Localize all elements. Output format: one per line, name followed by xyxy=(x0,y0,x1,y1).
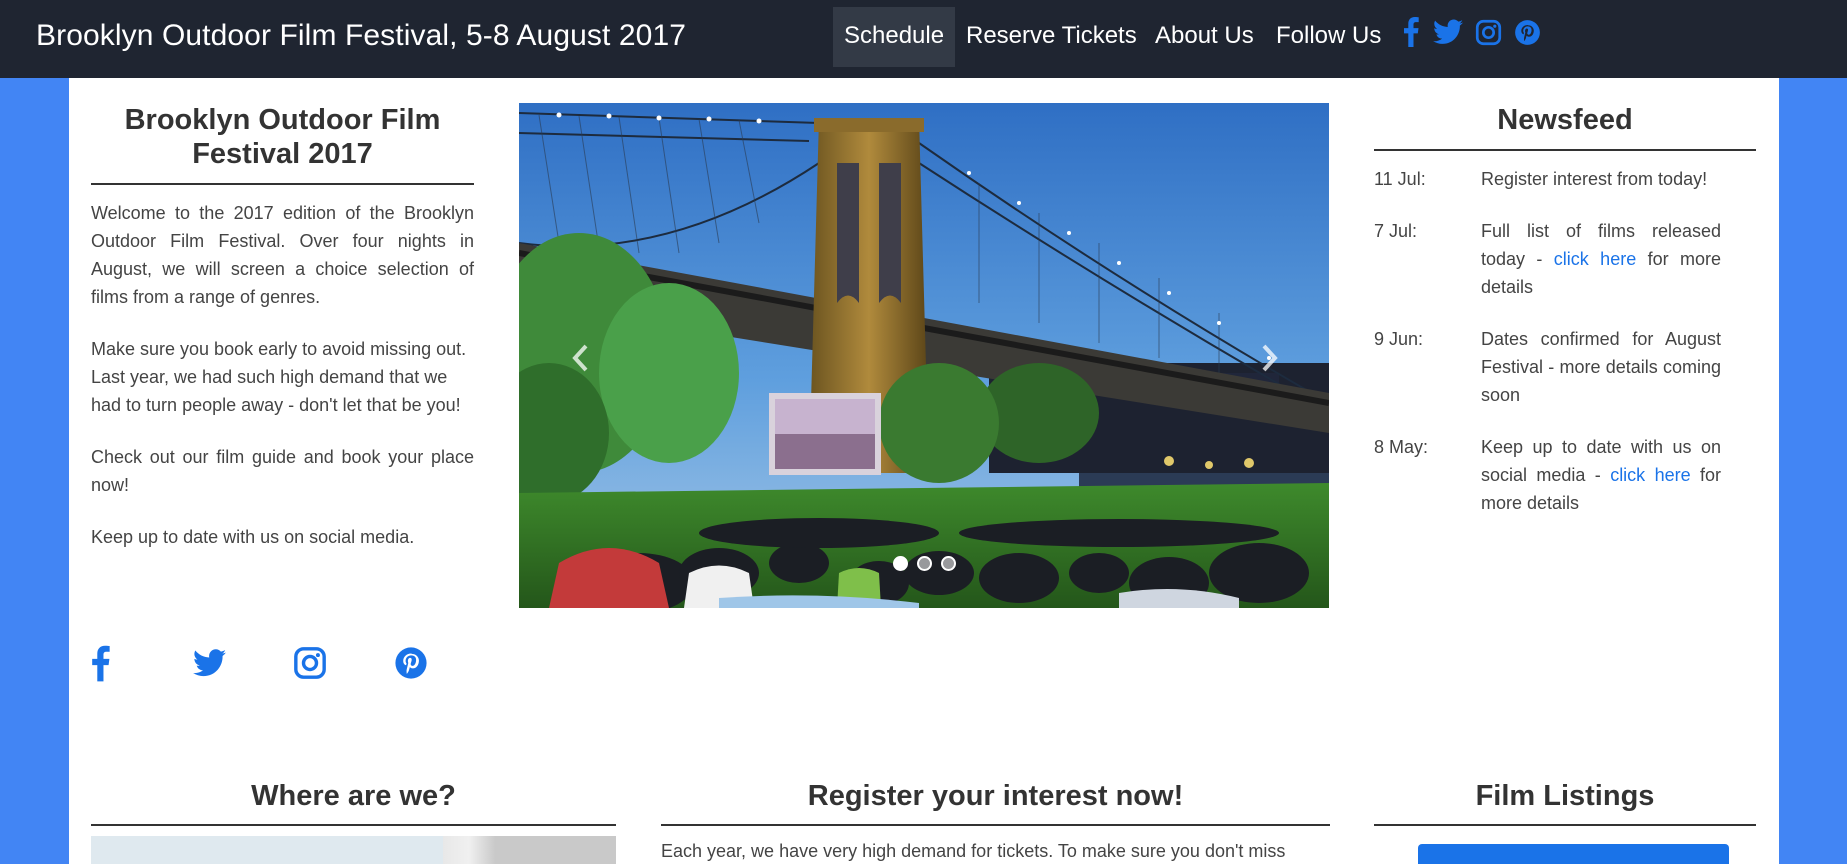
instagram-icon[interactable] xyxy=(1473,14,1503,50)
film-listings-button[interactable] xyxy=(1418,844,1729,864)
carousel-image xyxy=(519,103,1329,608)
main-panel: Brooklyn Outdoor Film Festival 2017 Welc… xyxy=(69,78,1779,864)
carousel-prev-button[interactable] xyxy=(555,333,605,383)
news-text-body: Dates confirmed for August Festival - mo… xyxy=(1481,329,1721,405)
pinterest-icon[interactable] xyxy=(394,643,428,683)
nav-reserve-tickets[interactable]: Reserve Tickets xyxy=(955,7,1148,67)
news-text: Register interest from today! xyxy=(1481,165,1721,193)
nav-schedule[interactable]: Schedule xyxy=(833,7,956,67)
register-title: Register your interest now! xyxy=(661,779,1330,826)
where-title: Where are we? xyxy=(91,779,616,826)
intro-paragraph: Check out our film guide and book your p… xyxy=(91,447,474,495)
nav-follow-us[interactable]: Follow Us xyxy=(1265,7,1392,67)
pinterest-icon[interactable] xyxy=(1512,14,1542,50)
news-link[interactable]: click here xyxy=(1554,249,1636,269)
newsfeed-title: Newsfeed xyxy=(1374,103,1756,151)
instagram-icon[interactable] xyxy=(293,643,327,683)
carousel-indicator[interactable] xyxy=(892,556,908,571)
twitter-icon[interactable] xyxy=(1432,14,1464,50)
news-text: Full list of films released today - clic… xyxy=(1481,217,1721,301)
twitter-icon[interactable] xyxy=(193,643,226,683)
intro-paragraph: Keep up to date with us on social media. xyxy=(91,527,415,547)
facebook-icon[interactable] xyxy=(91,643,110,683)
news-text: Dates confirmed for August Festival - mo… xyxy=(1481,325,1721,409)
register-section: Register your interest now! Each year, w… xyxy=(661,779,1330,864)
intro-paragraph: Welcome to the 2017 edition of the Brook… xyxy=(91,203,474,307)
where-section: Where are we? xyxy=(91,779,616,864)
location-map[interactable] xyxy=(91,836,616,864)
film-listings-section: Film Listings xyxy=(1374,779,1756,864)
news-link[interactable]: click here xyxy=(1610,465,1690,485)
register-text: Each year, we have very high demand for … xyxy=(661,841,1286,861)
newsfeed-section: Newsfeed 11 Jul: Register interest from … xyxy=(1374,103,1756,541)
intro-social-links xyxy=(91,643,451,683)
navbar: Brooklyn Outdoor Film Festival, 5-8 Augu… xyxy=(0,0,1847,78)
nav-about-us[interactable]: About Us xyxy=(1144,7,1265,67)
chevron-right-icon xyxy=(1262,344,1278,372)
news-item: 9 Jun: Dates confirmed for August Festiv… xyxy=(1374,325,1756,409)
facebook-icon[interactable] xyxy=(1400,14,1422,50)
news-text-body: Register interest from today! xyxy=(1481,169,1708,189)
carousel-indicators xyxy=(519,556,1329,571)
news-date: 9 Jun: xyxy=(1374,329,1424,349)
brand-title[interactable]: Brooklyn Outdoor Film Festival, 5-8 Augu… xyxy=(36,19,686,53)
news-text: Keep up to date with us on social media … xyxy=(1481,433,1721,517)
news-item: 11 Jul: Register interest from today! xyxy=(1374,165,1756,193)
intro-paragraph: Make sure you book early to avoid missin… xyxy=(91,339,467,415)
intro-title: Brooklyn Outdoor Film Festival 2017 xyxy=(91,103,474,185)
carousel-indicator[interactable] xyxy=(940,556,956,571)
intro-section: Brooklyn Outdoor Film Festival 2017 Welc… xyxy=(91,103,474,551)
newsfeed-list: 11 Jul: Register interest from today! 7 … xyxy=(1374,165,1756,517)
chevron-left-icon xyxy=(572,344,588,372)
carousel-indicator[interactable] xyxy=(916,556,932,571)
news-date: 7 Jul: xyxy=(1374,221,1418,241)
news-date: 11 Jul: xyxy=(1374,169,1426,189)
news-item: 8 May: Keep up to date with us on social… xyxy=(1374,433,1756,517)
image-carousel[interactable] xyxy=(519,103,1329,608)
film-listings-title: Film Listings xyxy=(1374,779,1756,826)
news-date: 8 May: xyxy=(1374,437,1429,457)
news-item: 7 Jul: Full list of films released today… xyxy=(1374,217,1756,301)
carousel-next-button[interactable] xyxy=(1245,333,1295,383)
